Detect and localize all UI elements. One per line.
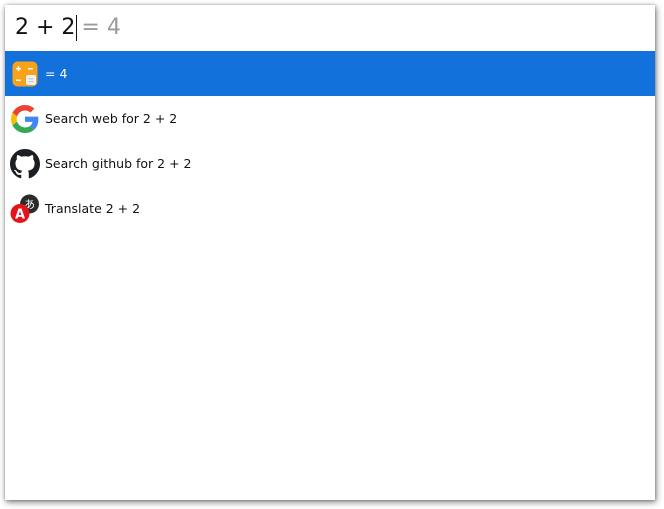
- result-item-translate[interactable]: あ A Translate 2 + 2: [5, 186, 655, 231]
- result-label: Translate 2 + 2: [45, 201, 141, 216]
- result-label: Search github for 2 + 2: [45, 156, 192, 171]
- search-input[interactable]: 2 + 2 = 4: [5, 5, 655, 51]
- search-query-text[interactable]: 2 + 2: [15, 15, 75, 41]
- github-icon: [10, 148, 40, 179]
- calculator-icon: [10, 59, 40, 89]
- result-label: Search web for 2 + 2: [45, 111, 178, 126]
- result-item-calculator[interactable]: = 4: [5, 51, 655, 96]
- text-caret: [76, 15, 78, 41]
- result-label: = 4: [45, 66, 68, 81]
- translate-icon: あ A: [10, 194, 40, 224]
- result-item-search-web[interactable]: Search web for 2 + 2: [5, 96, 655, 141]
- google-icon: [10, 104, 40, 134]
- svg-text:A: A: [15, 207, 25, 222]
- results-list: = 4 Search web for 2 + 2 Search github f…: [5, 51, 655, 231]
- result-item-search-github[interactable]: Search github for 2 + 2: [5, 141, 655, 186]
- launcher-window: 2 + 2 = 4 = 4 Search web for 2 + 2 Searc…: [5, 5, 655, 500]
- inline-result-hint: = 4: [81, 15, 121, 40]
